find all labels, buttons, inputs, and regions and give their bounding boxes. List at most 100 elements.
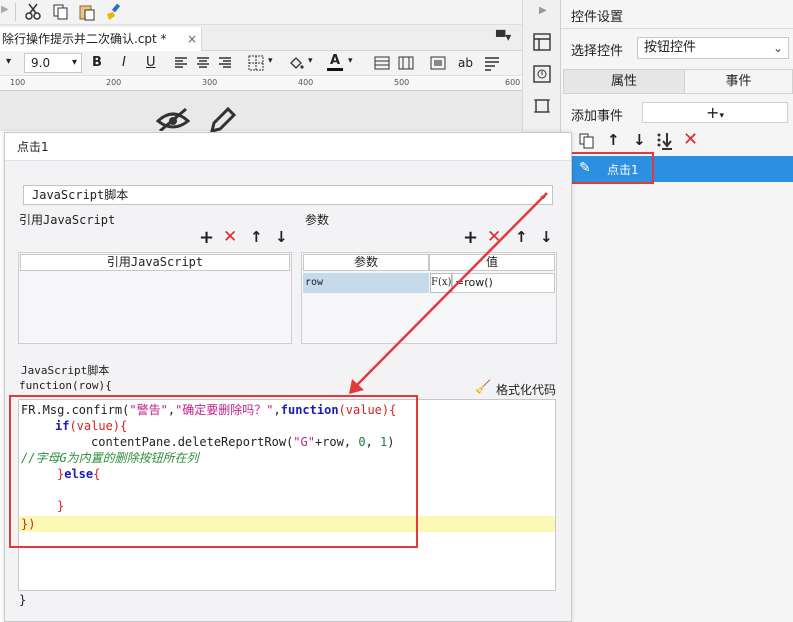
font-color-icon[interactable]: A <box>327 53 343 73</box>
delete-param-icon[interactable]: ✕ <box>487 227 501 247</box>
text-wrap-button[interactable]: ab <box>458 56 473 70</box>
border-icon[interactable] <box>248 55 264 71</box>
param-name-header-text: 参数 <box>353 255 378 269</box>
ref-js-section-label: 引用JavaScript <box>19 213 116 227</box>
ref-js-column-header: 引用JavaScript <box>20 254 290 271</box>
dialog-title-text: 点击1 <box>17 140 49 154</box>
widget-frame-icon[interactable] <box>533 97 551 115</box>
script-type-value: JavaScript脚本 <box>32 188 129 202</box>
fill-dropdown-icon[interactable]: ▾ <box>308 56 313 66</box>
ruler-mark: 100 <box>10 78 26 87</box>
copy-event-icon[interactable] <box>579 133 595 149</box>
param-name-header: 参数 <box>303 254 429 271</box>
move-to-bottom-icon[interactable] <box>656 132 674 150</box>
dropdown-menu-icon[interactable]: ▀▾ <box>496 30 511 44</box>
ref-js-table[interactable]: 引用JavaScript <box>18 252 292 344</box>
format-code-icon[interactable]: 🧹 <box>475 380 491 395</box>
param-move-down-icon[interactable]: ↓ <box>540 228 553 246</box>
format-painter-icon[interactable] <box>104 3 122 21</box>
plus-icon: + <box>706 103 720 122</box>
param-row-name[interactable]: row <box>303 273 429 293</box>
bold-button[interactable]: B <box>92 55 102 70</box>
cut-icon[interactable] <box>24 3 42 21</box>
font-dropdown-arrow-icon[interactable]: ▾ <box>6 56 11 67</box>
chevron-down-icon: ▾ <box>71 57 77 68</box>
font-size-select[interactable]: 9.0 ▾ <box>24 53 82 73</box>
file-tab-label: 除行操作提示并二次确认.cpt * <box>2 32 167 46</box>
delete-ref-icon[interactable]: ✕ <box>223 227 237 247</box>
script-section-label: JavaScript脚本 <box>21 364 110 377</box>
move-down-icon[interactable]: ↓ <box>633 131 646 149</box>
font-size-value: 9.0 <box>31 56 51 70</box>
add-param-icon[interactable]: + <box>463 227 478 248</box>
widget-select[interactable]: 按钮控件 ⌄ <box>637 37 789 59</box>
chevron-down-icon: ⌄ <box>772 41 783 55</box>
ruler-mark: 200 <box>106 78 122 87</box>
add-event-label: 添加事件 <box>571 109 624 124</box>
expand-left-icon[interactable]: ▶ <box>1 4 9 15</box>
ref-js-column-header-text: 引用JavaScript <box>106 255 204 269</box>
add-event-button[interactable]: +▾ <box>642 102 788 123</box>
params-table[interactable]: 参数 值 row F(x) =row() <box>301 252 557 344</box>
add-ref-icon[interactable]: + <box>199 227 214 248</box>
tab-properties-label: 属性 <box>610 74 637 89</box>
format-toolbar: ▾ 9.0 ▾ B I U ▾ ▾ A ▾ ab <box>0 51 522 76</box>
close-tab-icon[interactable]: × <box>187 27 197 51</box>
panel-title: 控件设置 <box>571 10 624 25</box>
function-header: function(row){ <box>19 379 112 392</box>
table-layout-icon[interactable] <box>533 33 551 51</box>
param-move-up-icon[interactable]: ↑ <box>515 228 528 246</box>
border-dropdown-icon[interactable]: ▾ <box>268 56 273 66</box>
ref-move-up-icon[interactable]: ↑ <box>250 228 263 246</box>
param-row-name-text: row <box>305 277 324 288</box>
ruler-mark: 500 <box>394 78 410 87</box>
tab-events[interactable]: 事件 <box>685 69 793 94</box>
select-widget-label: 选择控件 <box>571 44 624 59</box>
cell-style-icon[interactable] <box>430 55 446 71</box>
ref-move-down-icon[interactable]: ↓ <box>275 228 288 246</box>
text-align-icon[interactable] <box>484 55 500 71</box>
tab-events-label: 事件 <box>725 74 752 89</box>
hidden-eye-icon <box>156 107 190 131</box>
script-type-select[interactable]: JavaScript脚本 ⌄ <box>23 185 553 205</box>
cell-properties-icon[interactable] <box>533 65 551 83</box>
align-left-icon[interactable] <box>174 56 188 70</box>
align-right-icon[interactable] <box>218 56 232 70</box>
copy-icon[interactable] <box>52 3 70 21</box>
params-section-label: 参数 <box>305 213 330 227</box>
move-up-icon[interactable]: ↑ <box>607 131 620 149</box>
italic-button[interactable]: I <box>122 55 126 70</box>
event-dialog: 点击1 JavaScript脚本 ⌄ 引用JavaScript + ✕ ↑ ↓ … <box>4 132 572 622</box>
horizontal-ruler: 100 200 300 400 500 600 <box>0 77 522 91</box>
tab-properties[interactable]: 属性 <box>563 69 685 94</box>
widget-settings-panel: 控件设置 选择控件 按钮控件 ⌄ 属性 事件 添加事件 +▾ ↑ ↓ ✕ ✎ 点… <box>560 0 793 622</box>
dialog-title: 点击1 <box>5 133 571 161</box>
font-color-dropdown-icon[interactable]: ▾ <box>348 56 353 66</box>
closing-brace: } <box>19 593 27 607</box>
ruler-mark: 600 <box>505 78 521 87</box>
paste-icon[interactable] <box>78 3 96 21</box>
chevron-down-icon: ⌄ <box>537 188 548 202</box>
main-toolbar: ▶ <box>0 0 522 25</box>
underline-button[interactable]: U <box>146 55 156 70</box>
param-value-header-text: 值 <box>485 255 498 269</box>
expand-panel-icon[interactable]: ▶ <box>539 5 547 16</box>
chevron-down-icon: ▾ <box>719 111 724 121</box>
annotation-box-code <box>9 395 418 548</box>
annotation-box-event <box>561 152 654 184</box>
param-value-header: 值 <box>429 254 555 271</box>
param-row-value-text: =row() <box>455 276 493 289</box>
fill-color-icon[interactable] <box>288 55 304 71</box>
report-canvas[interactable] <box>0 91 522 133</box>
merge-cells-icon[interactable] <box>374 55 390 71</box>
format-code-button[interactable]: 格式化代码 <box>496 381 556 398</box>
unmerge-cells-icon[interactable] <box>398 55 414 71</box>
fx-icon: F(x) <box>431 277 452 288</box>
param-fx-button[interactable]: F(x) <box>430 273 452 293</box>
param-row-value[interactable]: =row() <box>452 273 555 293</box>
widget-select-value: 按钮控件 <box>644 40 697 55</box>
ruler-mark: 300 <box>202 78 218 87</box>
delete-event-icon[interactable]: ✕ <box>683 129 698 150</box>
file-tab[interactable]: 除行操作提示并二次确认.cpt * × <box>0 27 202 51</box>
align-center-icon[interactable] <box>196 56 210 70</box>
